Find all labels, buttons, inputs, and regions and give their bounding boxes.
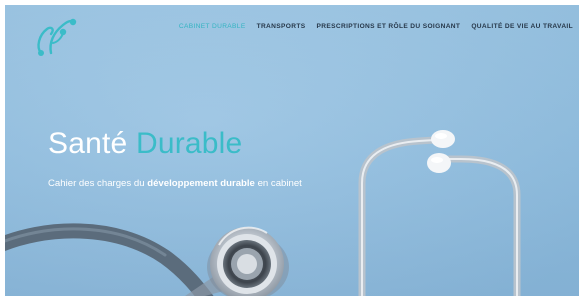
- hero-subtitle-bold: développement durable: [147, 178, 255, 189]
- page: CABINET DURABLE TRANSPORTS PRESCRIPTIONS…: [0, 0, 583, 298]
- nav-item-prescriptions[interactable]: PRESCRIPTIONS ET RÔLE DU SOIGNANT: [317, 23, 461, 30]
- hero-title: Santé Durable: [48, 126, 242, 162]
- hero-subtitle: Cahier des charges du développement dura…: [48, 178, 302, 189]
- nav-item-qualite-de-vie[interactable]: QUALITÉ DE VIE AU TRAVAIL: [471, 23, 573, 30]
- nav-item-transports[interactable]: TRANSPORTS: [257, 23, 306, 30]
- main-nav: CABINET DURABLE TRANSPORTS PRESCRIPTIONS…: [179, 23, 573, 30]
- hero-section: CABINET DURABLE TRANSPORTS PRESCRIPTIONS…: [5, 5, 579, 296]
- hero-title-part2: Durable: [135, 127, 243, 160]
- hero-subtitle-part2: en cabinet: [257, 178, 302, 189]
- hero-title-part1: Santé: [48, 127, 128, 160]
- vine-logo-icon[interactable]: [33, 13, 77, 57]
- hero-subtitle-part1: Cahier des charges du: [48, 178, 145, 189]
- nav-item-cabinet-durable[interactable]: CABINET DURABLE: [179, 23, 246, 30]
